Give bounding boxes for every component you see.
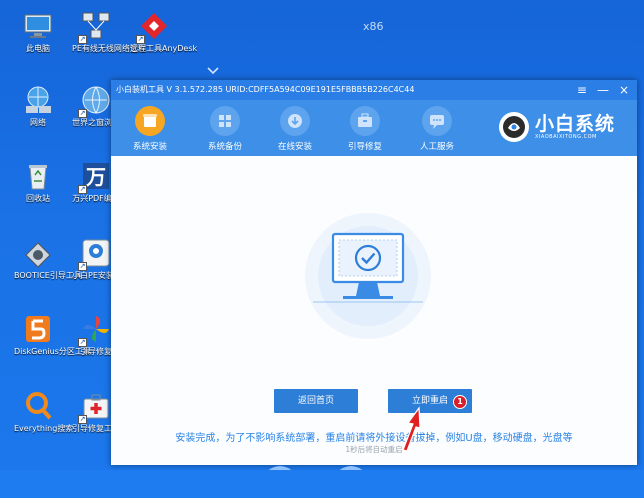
desktop-icon-network-manager[interactable]: ↗ PE有线无线网络管理 bbox=[72, 10, 146, 54]
computer-icon bbox=[22, 10, 54, 42]
desktop-icon-this-pc[interactable]: 此电脑 bbox=[14, 10, 62, 54]
first-aid-kit-icon: ↗ bbox=[78, 390, 112, 424]
browser-globe-icon: ↗ bbox=[78, 84, 112, 118]
monitor-check-illustration bbox=[305, 213, 431, 339]
desktop-icon-anydesk[interactable]: ↗ 远程工具AnyDesk bbox=[130, 10, 198, 54]
xiaobai-logo-icon bbox=[498, 112, 529, 142]
pinwheel-icon: ↗ bbox=[78, 313, 112, 347]
install-complete-panel: 安装完成，为了不影响系统部署，重启前请将外接设备拔掉，例如U盘，移动硬盘，光盘等… bbox=[111, 156, 637, 465]
desktop-icon-label: 回收站 bbox=[26, 194, 50, 203]
brand-name: 小白系统 bbox=[534, 113, 615, 135]
brand-logo: 小白系统 XIAOBAIXITONG.COM bbox=[498, 112, 615, 142]
recycle-bin-icon bbox=[22, 160, 54, 192]
desktop-icon-label: DiskGenius分区工具 bbox=[14, 347, 91, 356]
toolbox-icon bbox=[350, 106, 380, 136]
nav-label: 系统备份 bbox=[207, 142, 242, 152]
desktop-icon-label: 远程工具AnyDesk bbox=[130, 44, 198, 53]
desktop-icon-label: 网络 bbox=[30, 118, 46, 127]
desktop-bottom-area bbox=[0, 470, 644, 498]
chevron-down-icon bbox=[207, 67, 219, 75]
desktop-icon-diskgenius[interactable]: DiskGenius分区工具 bbox=[14, 313, 91, 357]
desktop-icon-bootice[interactable]: BOOTICE引导工具 bbox=[14, 237, 82, 281]
disk-tool-icon bbox=[22, 237, 54, 269]
download-icon bbox=[280, 106, 310, 136]
desktop-icon-label: 此电脑 bbox=[26, 44, 50, 53]
window-titlebar[interactable]: 小白装机工具 V 3.1.572.285 URID:CDFF5A594C09E1… bbox=[111, 80, 637, 100]
desktop-icon-network[interactable]: 网络 bbox=[14, 84, 62, 128]
nav-boot-repair[interactable]: 引导修复 bbox=[340, 106, 390, 152]
anydesk-diamond-icon: ↗ bbox=[136, 10, 170, 44]
svg-text:万: 万 bbox=[85, 165, 106, 189]
search-magnifier-icon bbox=[22, 390, 54, 422]
return-home-button[interactable]: 返回首页 bbox=[274, 389, 358, 413]
window-title: 小白装机工具 V 3.1.572.285 URID:CDFF5A594C09E1… bbox=[116, 85, 415, 94]
menu-icon[interactable]: ≡ bbox=[577, 80, 587, 100]
main-navbar: 系统安装 系统备份 在线安装 引导修复 人工服务 小白系统 XIAOBAIXIT… bbox=[111, 100, 637, 156]
desktop-icon-label: BOOTICE引导工具 bbox=[14, 271, 82, 280]
nav-label: 引导修复 bbox=[347, 142, 382, 152]
nav-human-service[interactable]: 人工服务 bbox=[412, 106, 462, 152]
close-icon[interactable]: × bbox=[619, 80, 629, 100]
window-controls: ≡ — × bbox=[577, 80, 629, 100]
step-badge: 1 bbox=[453, 395, 467, 409]
arch-watermark: x86 bbox=[363, 20, 384, 33]
pdf-editor-icon: 万 ↗ bbox=[78, 160, 112, 194]
pe-installer-icon: ↗ bbox=[78, 237, 112, 271]
pointer-arrow-icon bbox=[402, 406, 421, 452]
network-nodes-icon: ↗ bbox=[78, 10, 112, 44]
nav-label: 人工服务 bbox=[419, 142, 454, 152]
minimize-icon[interactable]: — bbox=[597, 80, 609, 100]
nav-online-install[interactable]: 在线安装 bbox=[270, 106, 320, 152]
nav-label: 在线安装 bbox=[277, 142, 312, 152]
diskgenius-icon bbox=[22, 313, 54, 345]
desktop-icon-label: PE有线无线网络管理 bbox=[72, 44, 146, 53]
backup-icon bbox=[210, 106, 240, 136]
installer-window: 小白装机工具 V 3.1.572.285 URID:CDFF5A594C09E1… bbox=[111, 80, 637, 465]
nav-label: 系统安装 bbox=[132, 142, 167, 152]
chat-icon bbox=[422, 106, 452, 136]
nav-system-backup[interactable]: 系统备份 bbox=[200, 106, 250, 152]
restart-countdown: 1秒后将自动重启 bbox=[345, 445, 403, 454]
desktop-icon-label: Everything搜索 bbox=[14, 424, 74, 433]
install-complete-message: 安装完成，为了不影响系统部署，重启前请将外接设备拔掉，例如U盘，移动硬盘，光盘等 bbox=[175, 433, 573, 444]
install-icon bbox=[135, 106, 165, 136]
desktop-icon-recycle-bin[interactable]: 回收站 bbox=[14, 160, 62, 204]
desktop-icon-everything[interactable]: Everything搜索 bbox=[14, 390, 74, 434]
network-globe-icon bbox=[22, 84, 54, 116]
nav-system-install[interactable]: 系统安装 bbox=[125, 106, 175, 152]
